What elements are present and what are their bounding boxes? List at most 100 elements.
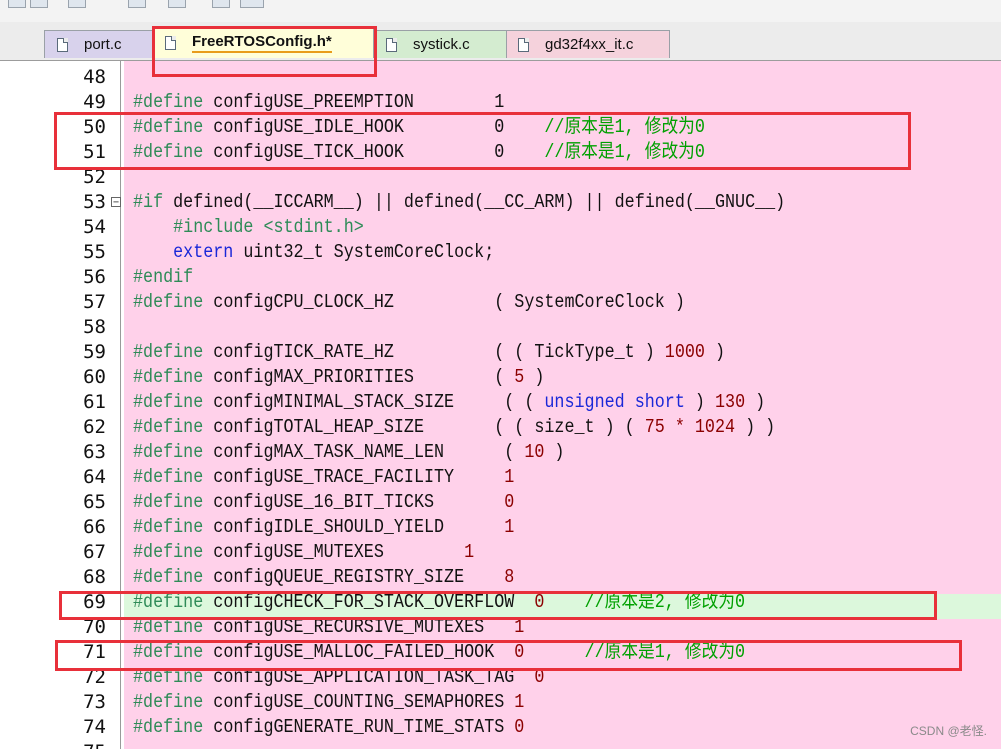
code-line[interactable]: 61 #define configMINIMAL_STACK_SIZE ( ( u… (0, 390, 1001, 415)
code-line[interactable]: 58 (0, 315, 1001, 340)
toolbar-button-7[interactable] (240, 0, 264, 8)
code-token: ) (524, 366, 545, 388)
code-text: #define configMINIMAL_STACK_SIZE ( ( uns… (133, 390, 765, 415)
code-text: #define configIDLE_SHOULD_YIELD 1 (133, 515, 514, 540)
code-text: #if defined(__ICCARM__) || defined(__CC_… (133, 190, 785, 215)
line-number: 75 (0, 740, 106, 749)
code-line[interactable]: 75 (0, 740, 1001, 749)
line-number: 60 (83, 366, 106, 388)
number-literal: 0 (504, 491, 515, 513)
number-literal: 1000 (664, 341, 705, 363)
annotation-box-stack-overflow (59, 591, 937, 620)
code-line[interactable]: 67 #define configUSE_MUTEXES 1 (0, 540, 1001, 565)
toolbar-button-1[interactable] (8, 0, 26, 8)
number-literal: 75 * 1024 (644, 416, 736, 438)
tab-gd32f4xx-it-c[interactable]: gd32f4xx_it.c (505, 30, 670, 58)
code-line[interactable]: 60 #define configMAX_PRIORITIES ( 5 ) (0, 365, 1001, 390)
preprocessor-directive: #define (133, 541, 204, 563)
include-path: <stdint.h> (263, 216, 364, 238)
code-token: configUSE_COUNTING_SEMAPHORES (203, 691, 515, 713)
tab-label: systick.c (413, 36, 470, 53)
code-text: #define configUSE_COUNTING_SEMAPHORES 1 (133, 690, 524, 715)
code-line[interactable]: 54 #include <stdint.h> (0, 215, 1001, 240)
code-text: #define configCPU_CLOCK_HZ ( SystemCoreC… (133, 290, 685, 315)
code-line[interactable]: 66 #define configIDLE_SHOULD_YIELD 1 (0, 515, 1001, 540)
code-text: #define configMAX_TASK_NAME_LEN ( 10 ) (133, 440, 564, 465)
code-token: defined(__ICCARM__) || defined(__CC_ARM)… (163, 191, 786, 213)
code-line[interactable]: 55 extern uint32_t SystemCoreClock; (0, 240, 1001, 265)
line-number: 68 (83, 566, 106, 588)
annotation-box-tab (152, 26, 377, 77)
code-line[interactable]: 73 #define configUSE_COUNTING_SEMAPHORES … (0, 690, 1001, 715)
toolbar-button-4[interactable] (128, 0, 146, 8)
preprocessor-directive: #define (133, 291, 204, 313)
line-number: 64 (83, 466, 106, 488)
line-number: 61 (83, 391, 106, 413)
tab-label: gd32f4xx_it.c (545, 36, 634, 53)
code-line[interactable]: 74 #define configGENERATE_RUN_TIME_STATS … (0, 715, 1001, 740)
line-number: 57 (83, 291, 106, 313)
line-number: 62 (83, 416, 106, 438)
number-literal: 1 (464, 541, 475, 563)
code-token: configUSE_16_BIT_TICKS (203, 491, 505, 513)
code-line[interactable]: 64 #define configUSE_TRACE_FACILITY 1 (0, 465, 1001, 490)
code-token: ) (544, 441, 565, 463)
code-token: ) (745, 391, 766, 413)
preprocessor-directive: #if (133, 191, 164, 213)
code-token: uint32_t SystemCoreClock; (233, 241, 495, 263)
code-line[interactable]: 63 #define configMAX_TASK_NAME_LEN ( 10 ) (0, 440, 1001, 465)
code-token: configCPU_CLOCK_HZ ( SystemCoreClock ) (203, 291, 685, 313)
line-number: 74 (83, 716, 106, 738)
preprocessor-directive: #define (133, 341, 204, 363)
tab-port-c[interactable]: port.c (44, 30, 154, 58)
number-literal: 1 (504, 516, 515, 538)
code-line[interactable]: 57 #define configCPU_CLOCK_HZ ( SystemCor… (0, 290, 1001, 315)
preprocessor-directive: #define (133, 366, 204, 388)
preprocessor-directive: #define (133, 716, 204, 738)
code-token: configUSE_TRACE_FACILITY (203, 466, 505, 488)
preprocessor-directive: #define (133, 441, 204, 463)
code-line[interactable]: 56 #endif (0, 265, 1001, 290)
watermark: CSDN @老怪. (910, 724, 987, 738)
line-number: 55 (83, 241, 106, 263)
line-number: 73 (83, 691, 106, 713)
code-token: configUSE_PREEMPTION 1 (203, 91, 505, 113)
preprocessor-directive: #define (133, 416, 204, 438)
file-icon (57, 37, 68, 52)
code-text: #define configUSE_MUTEXES 1 (133, 540, 474, 565)
code-line[interactable]: 59 #define configTICK_RATE_HZ ( ( TickTyp… (0, 340, 1001, 365)
code-token: configIDLE_SHOULD_YIELD (203, 516, 505, 538)
line-number: 48 (83, 66, 106, 88)
code-line[interactable]: 68 #define configQUEUE_REGISTRY_SIZE 8 (0, 565, 1001, 590)
toolbar (0, 0, 1001, 22)
code-line[interactable]: 48 (0, 65, 1001, 90)
code-line[interactable]: 62 #define configTOTAL_HEAP_SIZE ( ( size… (0, 415, 1001, 440)
preprocessor-directive: #define (133, 491, 204, 513)
code-line[interactable]: 53 #if defined(__ICCARM__) || defined(__C… (0, 190, 1001, 215)
toolbar-button-2[interactable] (30, 0, 48, 8)
code-text: #define configUSE_16_BIT_TICKS 0 (133, 490, 514, 515)
tab-systick-c[interactable]: systick.c (373, 30, 507, 58)
line-number: 67 (83, 541, 106, 563)
line-number: 53 (83, 191, 106, 213)
preprocessor-directive: #define (133, 566, 204, 588)
code-line[interactable]: 65 #define configUSE_16_BIT_TICKS 0 (0, 490, 1001, 515)
toolbar-button-5[interactable] (168, 0, 186, 8)
fold-collapse-icon[interactable]: − (111, 197, 121, 208)
preprocessor-directive: #define (133, 516, 204, 538)
code-token: configTOTAL_HEAP_SIZE ( ( size_t ) ( (203, 416, 645, 438)
code-token: configMAX_TASK_NAME_LEN ( (203, 441, 525, 463)
code-text: #endif (133, 265, 193, 290)
toolbar-button-6[interactable] (212, 0, 230, 8)
code-text: #define configGENERATE_RUN_TIME_STATS 0 (133, 715, 524, 740)
code-token: ) (684, 391, 715, 413)
code-text: #define configTICK_RATE_HZ ( ( TickType_… (133, 340, 725, 365)
line-number: 66 (83, 516, 106, 538)
code-token: ) ) (735, 416, 776, 438)
toolbar-button-3[interactable] (68, 0, 86, 8)
annotation-box-hooks (54, 112, 911, 170)
preprocessor-directive: #define (133, 391, 204, 413)
